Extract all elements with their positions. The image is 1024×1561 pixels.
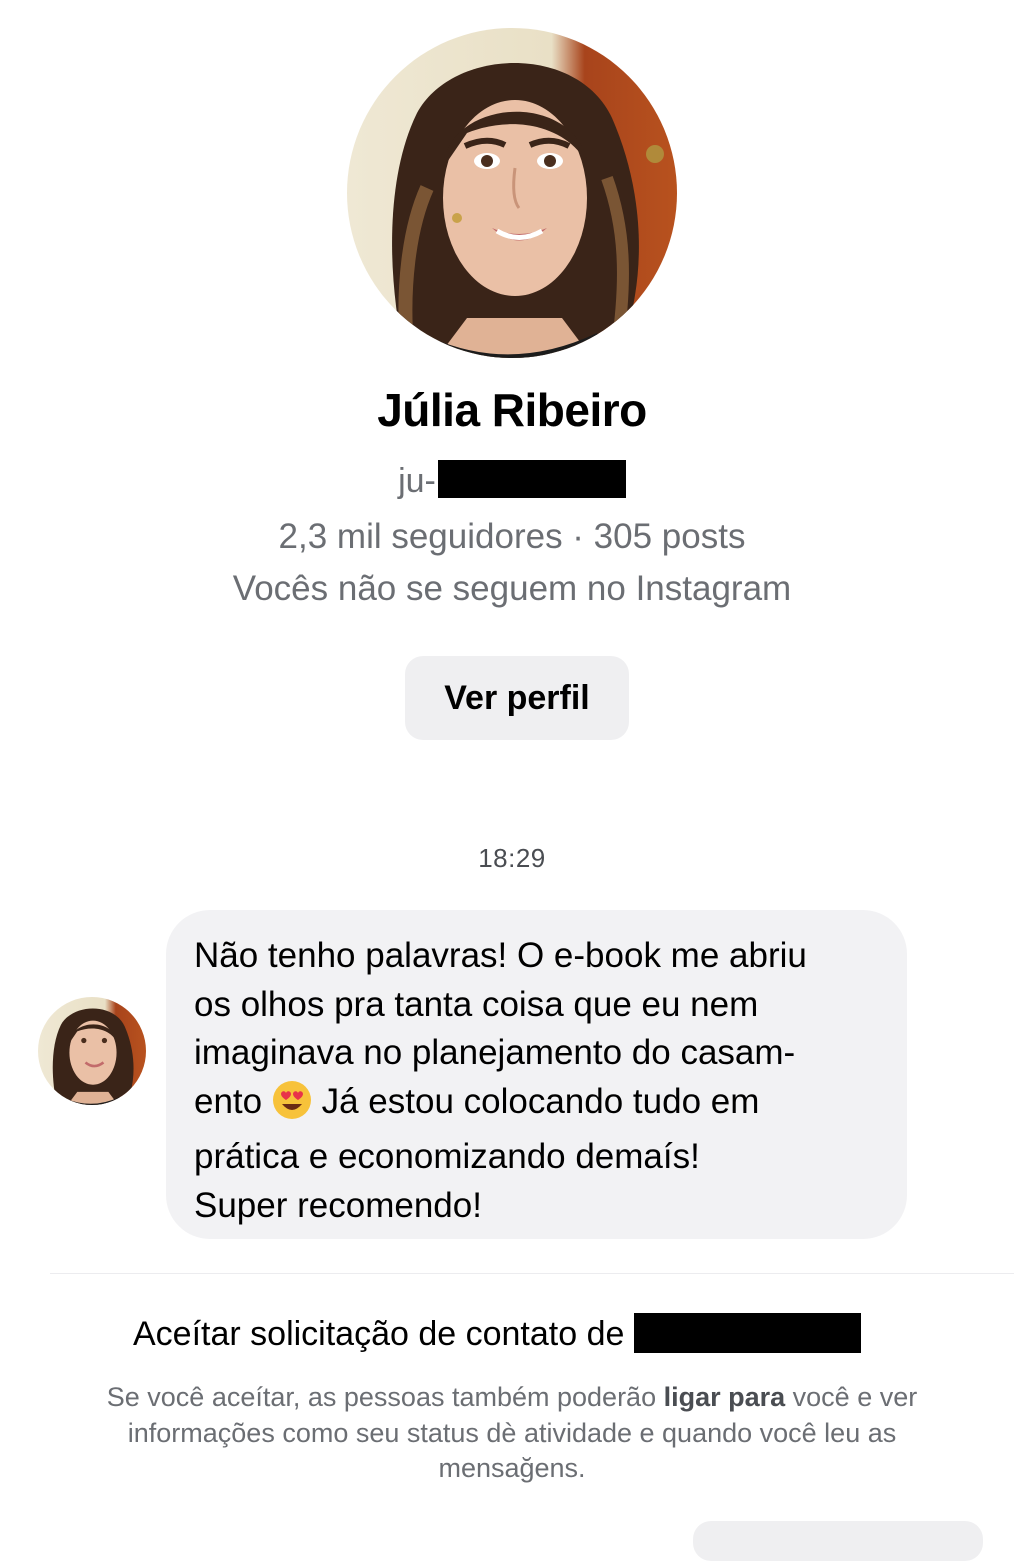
message-bubble[interactable]: Não tenho palavras! O e-book me abriu os… [166,910,907,1239]
sender-photo [38,997,146,1105]
desc-text-1: Se você aceítar, as pessoas também poder… [106,1382,664,1412]
message-line-start: ento [194,1081,263,1121]
accept-request-title: Aceítar solicitação de contato de [133,1313,862,1354]
accept-action-button[interactable] [693,1521,983,1561]
profile-photo [347,28,677,358]
message-line-with-emoji: ento Já estou colocando tudo em [194,1078,883,1134]
handle-redaction [437,460,626,498]
follow-status: Vocês não se seguem no Instagram [232,569,792,608]
accept-request-description: Se você aceítar, as pessoas também poder… [60,1380,964,1487]
profile-name: Júlia Ribeiro [377,384,647,436]
message-line: prática e economizando demaís! [194,1137,700,1176]
profile-stats: 2,3 mil seguidores · 305 posts [278,517,746,556]
handle-prefix: ju- [398,462,436,500]
view-profile-button[interactable]: Ver perfil [405,656,629,740]
message-line-end: Já estou colocando tudo em [321,1081,760,1121]
section-divider [50,1273,1014,1274]
profile-avatar[interactable] [347,28,677,358]
accept-request-text: Aceítar solicitação de contato de [133,1315,625,1353]
sender-avatar[interactable] [38,997,146,1105]
heart-eyes-emoji-icon [272,1080,312,1134]
message-line: os olhos pra tanta coisa que eu nem [194,984,759,1024]
contact-name-redaction [634,1313,862,1353]
desc-bold-text: ligar para [663,1382,786,1412]
message-line: Não tenho palavras! O e-book me abriu [194,936,807,975]
message-line: imaginava no planejamento do casam- [194,1033,796,1072]
message-timestamp: 18:29 [478,843,546,873]
profile-handle: ju- [0,460,1024,502]
message-line: Super recomendo! [194,1185,482,1225]
